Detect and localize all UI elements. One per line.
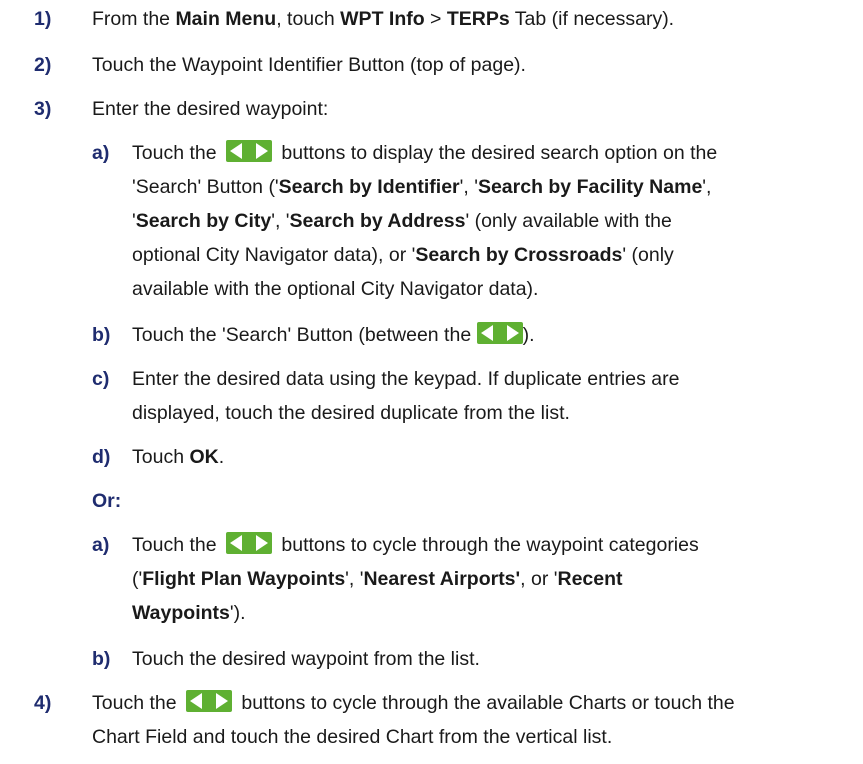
- substep-label: a): [92, 534, 110, 556]
- step-number: 3): [34, 98, 52, 120]
- step-number: 2): [34, 54, 52, 76]
- substep-3a: a) Touch the buttons to display the desi…: [92, 136, 717, 306]
- substep-text: Touch the buttons to display the desired…: [132, 140, 718, 300]
- substep-3b: b) Touch the 'Search' Button (between th…: [92, 318, 535, 352]
- step-text: From the Main Menu, touch WPT Info > TER…: [92, 8, 675, 30]
- step-3: 3) Enter the desired waypoint:: [34, 92, 328, 126]
- left-right-arrow-buttons-icon: [225, 532, 272, 554]
- substep-text: Touch the buttons to cycle through the w…: [132, 532, 699, 624]
- step-number: 4): [34, 692, 52, 714]
- substep-text: Touch OK.: [132, 446, 225, 468]
- left-right-arrow-buttons-icon: [476, 322, 523, 344]
- substep-label: c): [92, 368, 110, 390]
- substep-3b-alt: b) Touch the desired waypoint from the l…: [92, 642, 480, 676]
- substep-label: b): [92, 324, 111, 346]
- step-text: Touch the buttons to cycle through the a…: [92, 690, 735, 748]
- left-right-arrow-buttons-icon: [185, 690, 232, 712]
- left-right-arrow-buttons-icon: [225, 140, 272, 162]
- substep-text: Enter the desired data using the keypad.…: [132, 368, 680, 424]
- step-text: Touch the Waypoint Identifier Button (to…: [92, 54, 526, 76]
- substep-3c: c) Enter the desired data using the keyp…: [92, 362, 679, 430]
- substep-text: Touch the 'Search' Button (between the )…: [132, 322, 535, 346]
- step-2: 2) Touch the Waypoint Identifier Button …: [34, 48, 526, 82]
- substep-label: a): [92, 142, 110, 164]
- substep-text: Touch the desired waypoint from the list…: [132, 648, 480, 670]
- step-4: 4) Touch the buttons to cycle through th…: [34, 686, 735, 754]
- substep-label: b): [92, 648, 111, 670]
- substep-label: d): [92, 446, 111, 468]
- step-number: 1): [34, 8, 52, 30]
- step-text: Enter the desired waypoint:: [92, 98, 329, 120]
- or-separator: Or:: [92, 490, 122, 512]
- step-1: 1) From the Main Menu, touch WPT Info > …: [34, 2, 674, 36]
- substep-3d: d) Touch OK.: [92, 440, 224, 474]
- substep-3a-alt: a) Touch the buttons to cycle through th…: [92, 528, 699, 630]
- procedure-document: 1) From the Main Menu, touch WPT Info > …: [0, 0, 863, 764]
